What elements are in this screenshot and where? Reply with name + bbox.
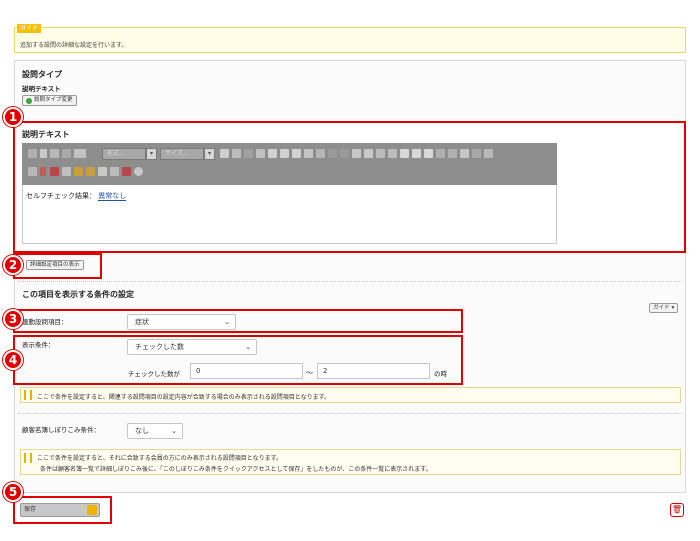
section-divider <box>18 281 682 282</box>
customer-filter-label: 顧客名簿しぼりこみ条件： <box>22 426 100 434</box>
customer-filter-note-line1: ここで条件を設定すると、それに合致する会員の方にのみ表示される設問項目となります… <box>37 455 282 462</box>
callout-box-2 <box>13 253 102 279</box>
callout-box-5 <box>13 496 112 524</box>
condition-note: ここで条件を設定すると、関連する設問項目の設定内容が合致する場合のみ表示される設… <box>20 387 681 403</box>
question-type-title: 設問タイプ <box>22 70 62 79</box>
callout-box-1 <box>13 121 686 253</box>
customer-filter-select[interactable]: なし ⌄ <box>127 423 183 439</box>
chevron-down-icon: ▾ <box>671 305 675 311</box>
callout-number-4: 4 <box>3 350 23 370</box>
chevron-down-icon: ⌄ <box>171 427 177 435</box>
caution-icon <box>24 453 32 463</box>
callout-box-4 <box>13 335 463 385</box>
customer-filter-note-line2: 条件は顧客名簿一覧で詳細しぼりこみ後に、「このしぼりこみ条件をクイックアクセスと… <box>40 466 432 473</box>
conditions-guide-button[interactable]: ガイド ▾ <box>649 303 679 313</box>
caution-icon <box>24 390 32 400</box>
conditions-title: この項目を表示する条件の設定 <box>22 290 134 299</box>
guide-tag: ガイド <box>17 24 42 33</box>
add-icon <box>26 97 32 104</box>
callout-box-3 <box>13 309 463 333</box>
callout-number-1: 1 <box>3 107 23 127</box>
change-question-type-button[interactable]: 設問タイプ変更 <box>22 95 77 106</box>
callout-number-2: 2 <box>3 255 23 275</box>
callout-number-5: 5 <box>3 482 23 502</box>
trash-icon[interactable]: 🗑 <box>670 503 684 517</box>
guide-text: 追加する設問の詳細な設定を行います。 <box>20 42 128 49</box>
condition-note-text: ここで条件を設定すると、関連する設問項目の設定内容が合致する場合のみ表示される設… <box>37 394 330 401</box>
customer-filter-value: なし <box>135 427 149 435</box>
question-type-value: 説明テキスト <box>22 85 61 93</box>
customer-filter-note: ここで条件を設定すると、それに合致する会員の方にのみ表示される設問項目となります… <box>20 449 681 475</box>
conditions-guide-label: ガイド <box>653 305 670 311</box>
section-divider <box>18 413 682 414</box>
callout-number-3: 3 <box>3 309 23 329</box>
change-question-type-label: 設問タイプ変更 <box>34 97 73 103</box>
